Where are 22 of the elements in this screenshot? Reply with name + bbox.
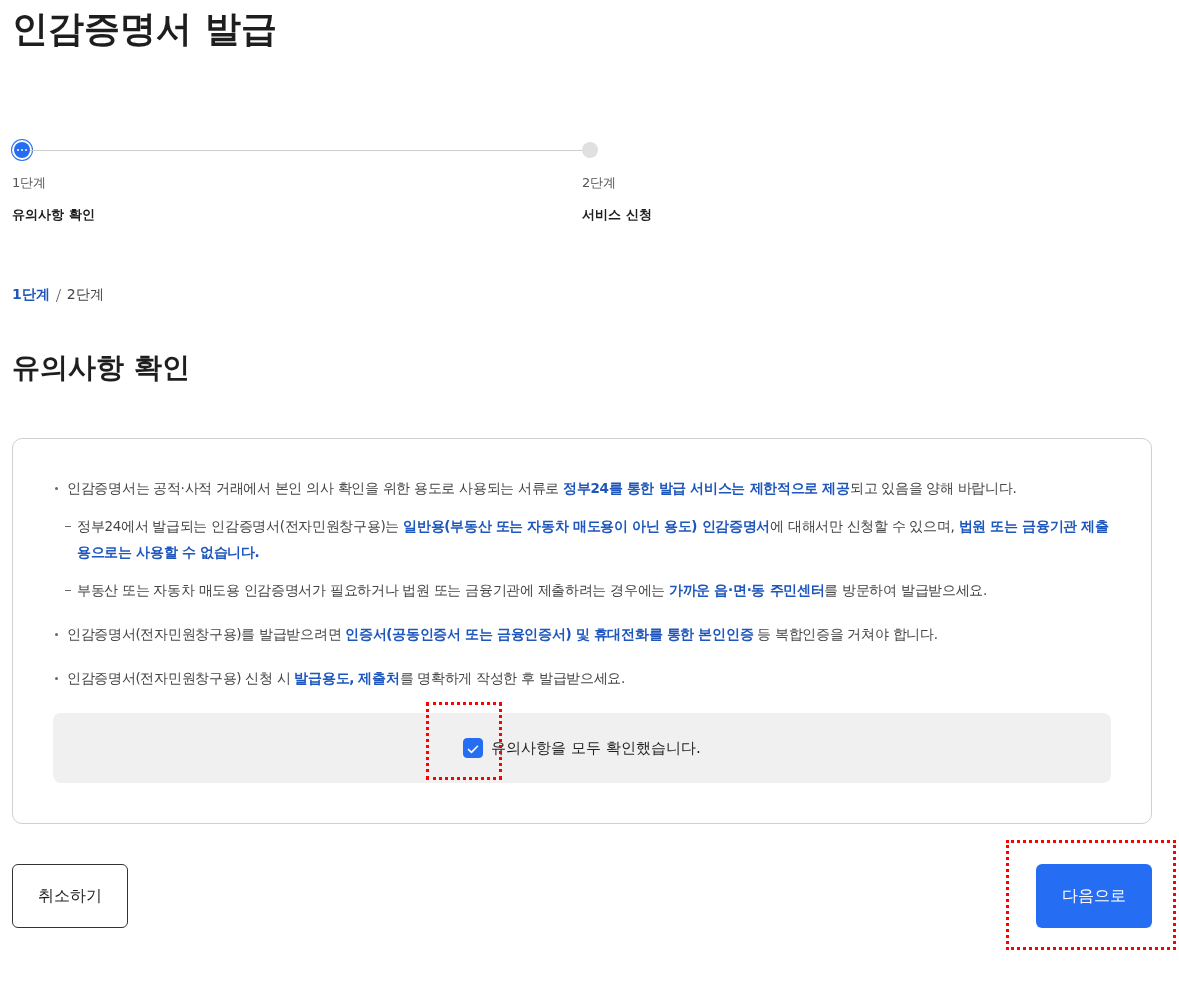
step-counter: 2단계 — [66, 286, 104, 304]
notice-text: 인감증명서는 공적·사적 거래에서 본인 의사 확인을 위한 용도로 사용되는 서류로 정부24를 통한 발급 서비스는 제한적으로 제공되고 있음을 양해 바랍니다. — [67, 479, 1017, 498]
step-number: 2단계 — [582, 174, 618, 192]
next-button[interactable]: 다음으로 — [1036, 864, 1152, 928]
notice-text: 정부24에서 발급되는 인감증명서(전자민원창구용)는 일반용(부동산 또는 자동차 매도용이 아닌 용도) 인감증명서에 대해서만 신청할 수 있으며, 법원 또는 금융기관 제출용으로는 사용할 수 없습니다. — [77, 517, 1110, 562]
confirm-checkbox[interactable] — [463, 738, 484, 758]
bullet-icon — [55, 487, 58, 490]
notice-text: 인감증명서(전자민원창구용) 신청 시 발급용도, 제출처를 명확하게 작성한 후 발급받으세요. — [67, 669, 626, 688]
step-counter: 1단계 — [12, 286, 50, 304]
step-number: 1단계 — [12, 174, 48, 192]
notice-text: 부동산 또는 자동차 매도용 인감증명서가 필요하거나 법원 또는 금융기관에 제출하려는 경우에는 가까운 읍·면·동 주민센터를 방문하여 발급받으세요. — [77, 581, 988, 600]
bullet-icon — [55, 677, 58, 680]
cancel-button[interactable]: 취소하기 — [12, 864, 128, 928]
dash-icon — [65, 590, 71, 591]
step-label: 유의사항 확인 — [12, 206, 96, 224]
bullet-icon — [55, 633, 58, 636]
section-title: 유의사항 확인 — [12, 350, 191, 386]
page-title: 인감증명서 발급 — [12, 7, 278, 51]
step-label: 서비스 신청 — [582, 206, 652, 224]
notice-text: 인감증명서(전자민원창구용)를 발급받으려면 인증서(공동인증서 또는 금융인증서) 및 휴대전화를 통한 본인인증 등 복합인증을 거쳐야 합니다. — [67, 625, 938, 644]
confirm-label: 유의사항을 모두 확인했습니다. — [491, 738, 701, 758]
dash-icon — [65, 526, 71, 527]
